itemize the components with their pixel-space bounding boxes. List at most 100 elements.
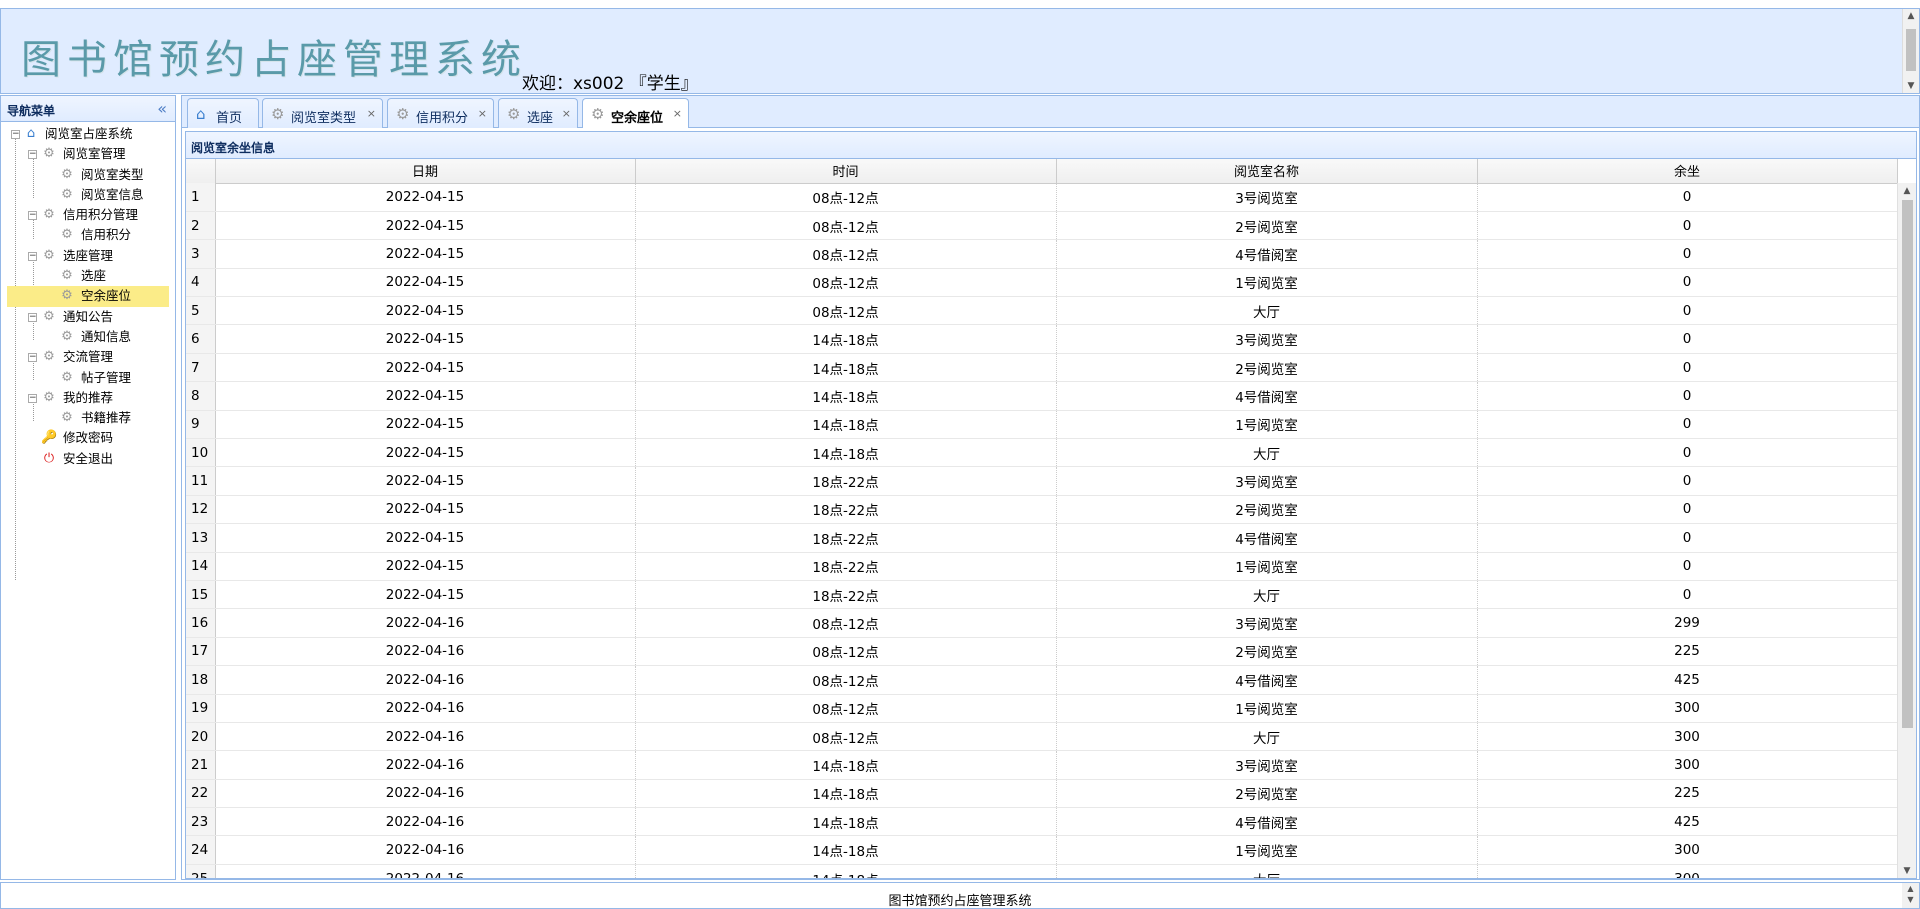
grid-body: 1 2022-04-15 08点-12点 3号阅览室 0 2 2022-04-15 08点-1… [186, 183, 1897, 878]
collapse-toggle-icon[interactable]: − [28, 251, 37, 261]
scroll-down-icon[interactable]: ▼ [1898, 863, 1916, 878]
close-icon[interactable]: × [562, 107, 571, 120]
tree-item-notice-info[interactable]: ⚙ 通知信息 [1, 327, 175, 347]
grid-scrollbar[interactable]: ▲ ▼ [1897, 183, 1916, 878]
tree-item-credit[interactable]: ⚙ 信用积分 [1, 225, 175, 245]
cell-free-seats: 0 [1477, 296, 1897, 326]
cell-free-seats: 0 [1477, 552, 1897, 581]
collapse-toggle-icon[interactable]: − [28, 353, 37, 363]
table-row[interactable]: 3 2022-04-15 08点-12点 4号借阅室 0 [186, 239, 1897, 269]
cell-date: 2022-04-15 [215, 552, 636, 581]
tree-item-label: 信用积分 [81, 227, 132, 243]
cell-free-seats: 299 [1477, 608, 1897, 638]
tree-item-book-recommend[interactable]: ⚙ 书籍推荐 [1, 408, 175, 428]
header-scrollbar[interactable]: ▲ ▼ [1902, 9, 1919, 93]
tree-item-reading-room-type[interactable]: ⚙ 阅览室类型 [1, 165, 175, 185]
row-number: 1 [186, 183, 216, 212]
collapse-toggle-icon[interactable]: − [28, 150, 37, 160]
table-row[interactable]: 21 2022-04-16 14点-18点 3号阅览室 300 [186, 750, 1897, 780]
table-row[interactable]: 20 2022-04-16 08点-12点 大厅 300 [186, 722, 1897, 752]
double-chevron-left-icon[interactable]: « [157, 99, 167, 118]
table-row[interactable]: 23 2022-04-16 14点-18点 4号借阅室 425 [186, 807, 1897, 837]
column-header-time[interactable]: 时间 [635, 159, 1057, 184]
tree-item-seat-mgmt[interactable]: − ⚙ 选座管理 [1, 246, 175, 266]
tree-root[interactable]: − ⌂ 阅览室占座系统 [1, 124, 175, 144]
tree-item-credit-mgmt[interactable]: − ⚙ 信用积分管理 [1, 205, 175, 225]
column-header-free-seats[interactable]: 余坐 [1477, 159, 1898, 184]
scroll-thumb[interactable] [1902, 200, 1913, 728]
table-row[interactable]: 16 2022-04-16 08点-12点 3号阅览室 299 [186, 608, 1897, 638]
column-header-room-name[interactable]: 阅览室名称 [1056, 159, 1478, 184]
table-row[interactable]: 19 2022-04-16 08点-12点 1号阅览室 300 [186, 694, 1897, 723]
table-row[interactable]: 6 2022-04-15 14点-18点 3号阅览室 0 [186, 324, 1897, 354]
table-row[interactable]: 22 2022-04-16 14点-18点 2号阅览室 225 [186, 779, 1897, 809]
scroll-up-icon[interactable]: ▲ [1903, 9, 1919, 23]
cell-free-seats: 0 [1477, 495, 1897, 525]
welcome-text: 欢迎：xs002 『学生』 [522, 74, 698, 94]
cell-date: 2022-04-16 [215, 608, 636, 638]
collapse-toggle-icon[interactable]: − [28, 393, 37, 403]
cell-time: 08点-12点 [635, 637, 1057, 667]
tree-item-exchange-mgmt[interactable]: − ⚙ 交流管理 [1, 347, 175, 367]
collapse-toggle-icon[interactable]: − [11, 130, 20, 139]
tree-item-notice[interactable]: − ⚙ 通知公告 [1, 307, 175, 327]
tree-item-label: 阅览室类型 [81, 166, 144, 182]
table-row[interactable]: 1 2022-04-15 08点-12点 3号阅览室 0 [186, 183, 1897, 212]
scroll-down-icon[interactable]: ▼ [1902, 894, 1919, 905]
table-row[interactable]: 9 2022-04-15 14点-18点 1号阅览室 0 [186, 410, 1897, 440]
table-row[interactable]: 18 2022-04-16 08点-12点 4号借阅室 425 [186, 665, 1897, 695]
collapse-toggle-icon[interactable]: − [28, 312, 37, 322]
table-row[interactable]: 17 2022-04-16 08点-12点 2号阅览室 225 [186, 637, 1897, 667]
table-row[interactable]: 7 2022-04-15 14点-18点 2号阅览室 0 [186, 353, 1897, 383]
gear-icon: ⚙ [61, 328, 73, 344]
cell-room-name: 4号借阅室 [1056, 239, 1478, 269]
scroll-up-icon[interactable]: ▲ [1898, 183, 1916, 199]
tree-item-select-seat[interactable]: ⚙ 选座 [1, 266, 175, 286]
table-row[interactable]: 252022-04-1614点-18点大厅300 [186, 864, 1897, 878]
tree-item-reading-room-info[interactable]: ⚙ 阅览室信息 [1, 185, 175, 205]
table-row[interactable]: 15 2022-04-15 18点-22点 大厅 0 [186, 580, 1897, 610]
close-icon[interactable]: × [478, 107, 487, 120]
cell-date: 2022-04-16 [215, 722, 636, 752]
footer: 图书馆预约占座管理系统 ▲ ▼ [0, 882, 1920, 909]
gear-icon: ⚙ [43, 389, 55, 405]
tree-item-logout[interactable]: ⏻ 安全退出 [1, 449, 175, 469]
table-row[interactable]: 24 2022-04-16 14点-18点 1号阅览室 300 [186, 835, 1897, 865]
tree-item-label: 通知信息 [81, 328, 132, 344]
gear-icon: ⚙ [61, 369, 73, 385]
row-number: 8 [186, 381, 216, 411]
cell-date: 2022-04-15 [215, 495, 636, 525]
scroll-thumb[interactable] [1906, 29, 1916, 71]
table-row[interactable]: 10 2022-04-15 14点-18点 大厅 0 [186, 438, 1897, 468]
cell-time: 14点-18点 [635, 410, 1057, 440]
tree-item-change-password[interactable]: 🔑 修改密码 [1, 428, 175, 448]
table-row[interactable]: 2 2022-04-15 08点-12点 2号阅览室 0 [186, 211, 1897, 241]
close-icon[interactable]: × [367, 107, 376, 120]
cell-free-seats: 425 [1477, 665, 1897, 695]
tree-item-my-recommend[interactable]: − ⚙ 我的推荐 [1, 388, 175, 408]
tab-free-seats[interactable]: ⚙ 空余座位 × [582, 98, 689, 129]
tree-item-post-mgmt[interactable]: ⚙ 帖子管理 [1, 368, 175, 388]
table-row[interactable]: 13 2022-04-15 18点-22点 4号借阅室 0 [186, 523, 1897, 553]
tab-reading-room-type[interactable]: ⚙ 阅览室类型 × [262, 98, 383, 128]
footer-scrollbar[interactable]: ▲ ▼ [1902, 883, 1919, 908]
column-header-date[interactable]: 日期 [215, 159, 636, 184]
tab-credit[interactable]: ⚙ 信用积分 × [387, 98, 494, 128]
cell-free-seats: 425 [1477, 807, 1897, 837]
table-row[interactable]: 8 2022-04-15 14点-18点 4号借阅室 0 [186, 381, 1897, 411]
scroll-down-icon[interactable]: ▼ [1903, 79, 1919, 93]
tab-home[interactable]: ⌂ 首页 [187, 98, 259, 128]
table-row[interactable]: 5 2022-04-15 08点-12点 大厅 0 [186, 296, 1897, 326]
close-icon[interactable]: × [673, 107, 682, 120]
tree-item-reading-room-mgmt[interactable]: − ⚙ 阅览室管理 [1, 144, 175, 164]
scroll-up-icon[interactable]: ▲ [1902, 883, 1919, 894]
tab-select-seat[interactable]: ⚙ 选座 × [498, 98, 578, 128]
table-row[interactable]: 12 2022-04-15 18点-22点 2号阅览室 0 [186, 495, 1897, 525]
collapse-toggle-icon[interactable]: − [28, 211, 37, 221]
table-row[interactable]: 14 2022-04-15 18点-22点 1号阅览室 0 [186, 552, 1897, 581]
tree-item-free-seats[interactable]: ⚙ 空余座位 [7, 286, 169, 307]
table-row[interactable]: 4 2022-04-15 08点-12点 1号阅览室 0 [186, 268, 1897, 298]
cell-free-seats: 225 [1477, 637, 1897, 667]
table-row[interactable]: 11 2022-04-15 18点-22点 3号阅览室 0 [186, 466, 1897, 496]
gear-icon: ⚙ [43, 247, 55, 263]
